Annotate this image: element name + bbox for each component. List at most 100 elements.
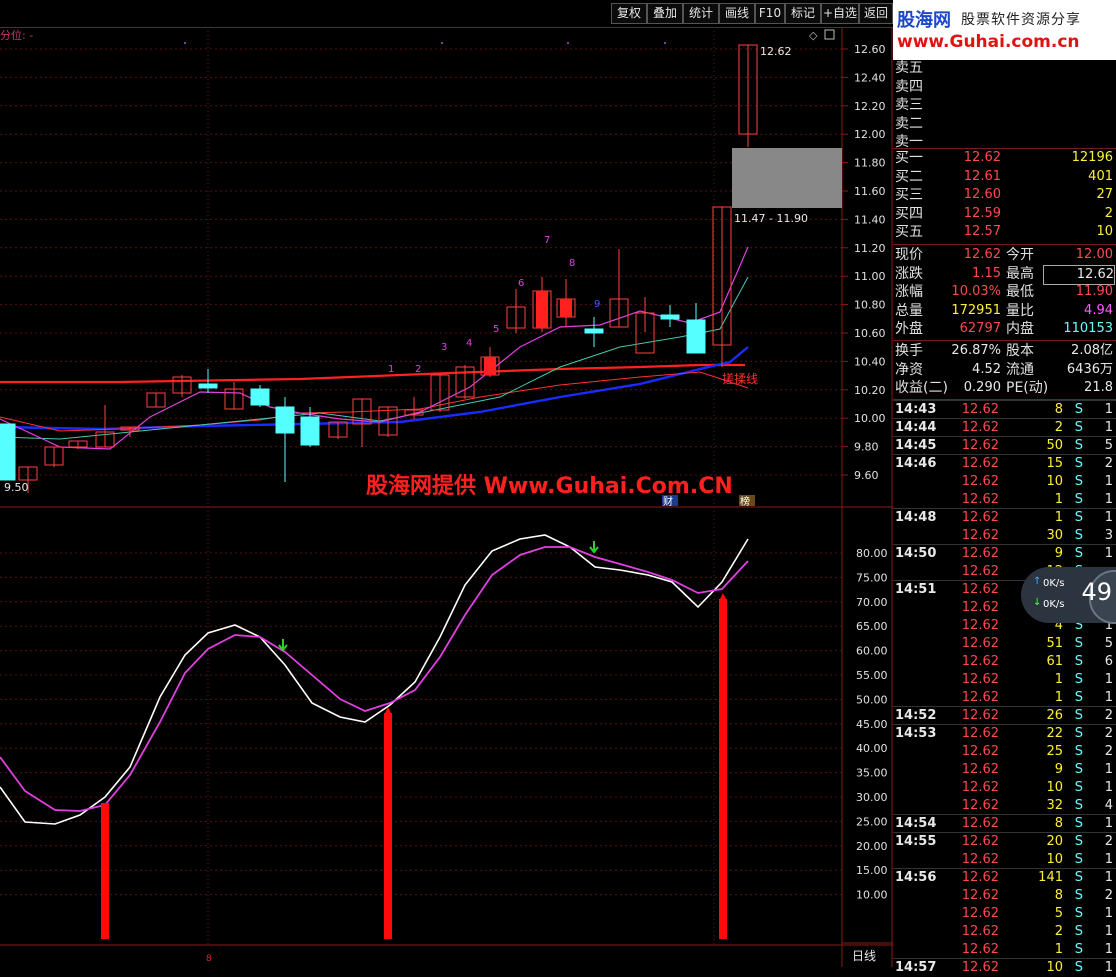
- tick-side: S: [1074, 816, 1083, 831]
- back-button[interactable]: 返回: [859, 3, 893, 24]
- tick-price: 12.62: [961, 708, 999, 723]
- statistics-button[interactable]: 统计: [683, 3, 719, 24]
- tick-side: S: [1074, 960, 1083, 975]
- quote-label: 量比: [1006, 302, 1034, 319]
- tick-side: S: [1074, 456, 1083, 471]
- tick-price: 12.62: [961, 420, 999, 435]
- tick-time: 14:51: [895, 582, 937, 597]
- tick-side: S: [1074, 798, 1083, 813]
- quote-value: 12.00: [1075, 247, 1113, 262]
- tick-count: 1: [1104, 780, 1113, 795]
- tick-time: 14:46: [895, 456, 937, 471]
- chart-area[interactable]: 12.60 12.40 12.20 12.00 11.80 11.60 11.40 11.20…: [0, 27, 893, 967]
- price-tick-label: 9.80: [854, 441, 879, 454]
- sell-level-row: 卖三: [893, 96, 1116, 114]
- tick-volume: 10: [1046, 474, 1063, 489]
- tick-row: 12.62 2 S 1: [893, 923, 1116, 941]
- mark-button[interactable]: 标记: [785, 3, 821, 24]
- chart-canvas[interactable]: 12.60 12.40 12.20 12.00 11.80 11.60 11.40 11.20…: [0, 27, 893, 967]
- tick-row: 12.62 10 S 1: [893, 851, 1116, 869]
- tick-price: 12.62: [961, 852, 999, 867]
- price-tick-label: 10.20: [854, 384, 886, 397]
- tick-volume: 1: [1054, 672, 1063, 687]
- tick-volume: 141: [1038, 870, 1063, 885]
- quote-value: 62797: [959, 321, 1001, 337]
- overlay-button[interactable]: 叠加: [647, 3, 683, 24]
- candle-down: [198, 383, 218, 389]
- period-label[interactable]: 日线: [852, 949, 876, 963]
- tick-volume: 30: [1046, 528, 1063, 543]
- tick-price: 12.62: [961, 960, 999, 975]
- quote-label: 现价: [895, 247, 923, 263]
- tick-price: 12.62: [961, 906, 999, 921]
- sell-level-row: 卖五: [893, 59, 1116, 77]
- tick-count: 2: [1104, 744, 1113, 759]
- buy-price: 12.60: [963, 187, 1001, 203]
- price-tick-label: 11.20: [854, 242, 886, 255]
- stat-value: 21.8: [1084, 380, 1113, 396]
- buy-volume: 10: [1096, 224, 1113, 240]
- tick-time: 14:44: [895, 420, 937, 435]
- sell-level-row: 卖二: [893, 115, 1116, 133]
- upload-speed: 0K/s: [1043, 578, 1065, 589]
- indicator-tick-label: 40.00: [856, 742, 888, 755]
- quote-label: 涨跌: [895, 265, 923, 282]
- tick-price: 12.62: [961, 492, 999, 507]
- rank-badge-label: 榜: [740, 495, 750, 508]
- tick-side: S: [1074, 744, 1083, 759]
- draw-line-button[interactable]: 画线: [719, 3, 755, 24]
- quote-label: 最高: [1006, 265, 1034, 282]
- tick-count: 1: [1104, 402, 1113, 417]
- tick-row: 12.62 1 S 1: [893, 689, 1116, 707]
- tick-price: 12.62: [961, 888, 999, 903]
- count-label: 6: [518, 278, 524, 289]
- finance-badge-label: 财: [663, 495, 673, 508]
- count-label: 5: [493, 324, 499, 335]
- f10-button[interactable]: F10: [755, 3, 785, 24]
- tick-count: 1: [1104, 960, 1113, 975]
- stat-label: 股本: [1006, 343, 1034, 359]
- tick-row: 12.62 32 S 4: [893, 797, 1116, 815]
- indicator-tick-label: 10.00: [856, 889, 888, 902]
- tick-count: 1: [1104, 474, 1113, 489]
- tick-price: 12.62: [961, 744, 999, 759]
- usage-percent: 49: [1081, 578, 1112, 606]
- tick-volume: 1: [1054, 510, 1063, 525]
- tick-price: 12.62: [961, 600, 999, 615]
- price-tick-label: 10.60: [854, 327, 886, 340]
- range-box: [732, 148, 842, 208]
- count-label: 1: [388, 364, 394, 375]
- network-speed-widget[interactable]: ↑ 0K/s ↓ 0K/s 49: [1021, 567, 1116, 624]
- indicator-tick-label: 80.00: [856, 547, 888, 560]
- brand-name: 股海网: [897, 10, 951, 31]
- down-arrow-icon: [589, 541, 599, 554]
- quote-value: 11.90: [1075, 284, 1113, 300]
- tick-time: 14:56: [895, 870, 937, 885]
- diamond-icon[interactable]: ◇: [809, 29, 818, 42]
- sell-level-label: 卖三: [895, 97, 923, 114]
- tick-side: S: [1074, 474, 1083, 489]
- buy-level-label: 买四: [895, 205, 923, 222]
- candle-down: [584, 328, 604, 334]
- buy-price: 12.59: [963, 205, 1001, 221]
- stat-label: 净资: [895, 361, 923, 378]
- restore-rights-button[interactable]: 复权: [611, 3, 647, 24]
- price-tick-label: 12.20: [854, 100, 886, 113]
- ma-long-red: [0, 363, 745, 384]
- indicator-tick-label: 25.00: [856, 815, 888, 828]
- tick-side: S: [1074, 528, 1083, 543]
- tick-count: 1: [1104, 510, 1113, 525]
- ma-blue: [0, 346, 749, 431]
- range-label: 11.47 - 11.90: [734, 212, 808, 225]
- quote-label: 外盘: [895, 321, 923, 338]
- buy-level-row: 买一 12.62 12196: [893, 149, 1116, 167]
- indicator-tick-label: 70.00: [856, 596, 888, 609]
- stat-value: 4.52: [972, 361, 1001, 377]
- add-watchlist-button[interactable]: +自选: [821, 3, 859, 24]
- tick-side: S: [1074, 492, 1083, 507]
- tick-side: S: [1074, 870, 1083, 885]
- tick-time: 14:55: [895, 834, 937, 849]
- quote-value: 110153: [1063, 321, 1113, 337]
- maximize-icon[interactable]: [824, 29, 835, 40]
- indicator-tick-label: 65.00: [856, 620, 888, 633]
